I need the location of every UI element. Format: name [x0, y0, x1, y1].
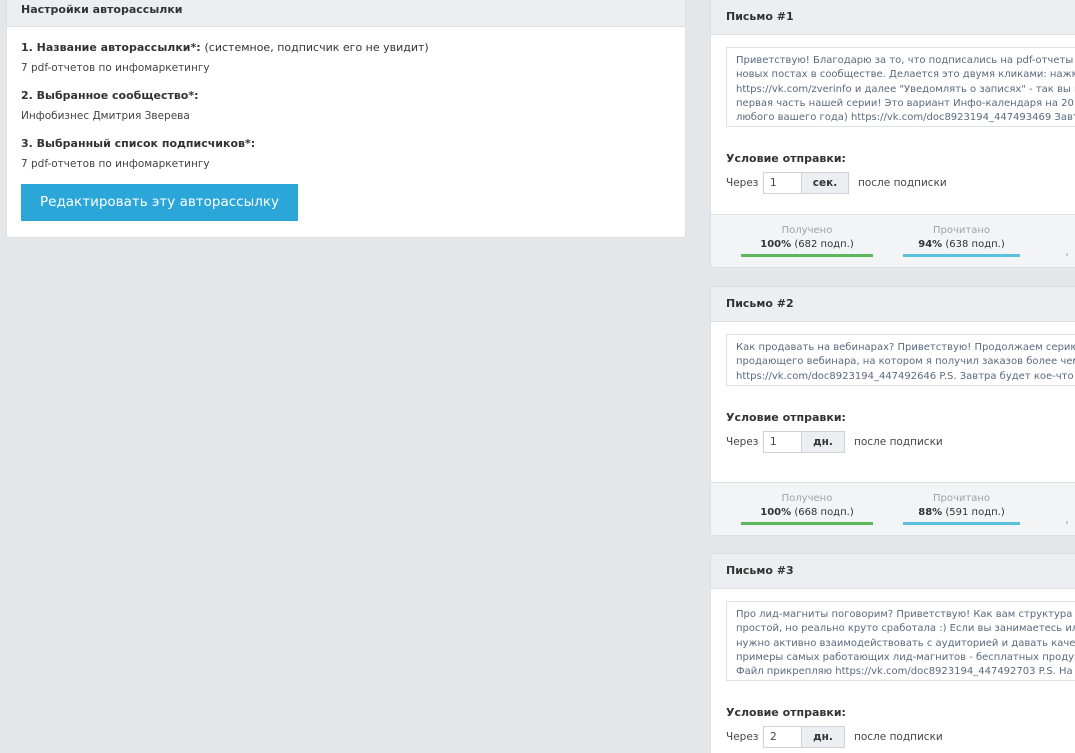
letter-card-2: Письмо #2 Как продавать на вебинарах? Пр… — [710, 286, 1075, 536]
read-progress-bar — [903, 254, 1020, 257]
name-field-value: 7 pdf-отчетов по инфомаркетингу — [21, 62, 210, 74]
delay-unit-select[interactable]: дн. — [801, 726, 845, 748]
send-condition-label: Условие отправки: — [726, 411, 846, 424]
stat-received: Получено 100% (668 подп.) — [741, 493, 873, 525]
delay-unit-select[interactable]: сек. — [801, 172, 849, 194]
name-field-label: 1. Название авторассылки*: (системное, п… — [21, 41, 429, 54]
stat-read: Прочитано 88% (591 подп.) — [903, 493, 1020, 525]
letter-stats: Получено 100% (682 подп.) Прочитано 94% … — [711, 214, 1075, 267]
received-progress-bar — [741, 254, 873, 257]
settings-panel-title: Настройки авторассылки — [7, 0, 685, 27]
letter-title: Письмо #3 — [711, 554, 1075, 589]
letter-card-1: Письмо #1 Приветствую! Благодарю за то, … — [710, 0, 1075, 268]
delay-input[interactable] — [763, 431, 801, 453]
through-label: Через — [726, 731, 759, 743]
received-progress-bar — [741, 522, 873, 525]
after-subscribe-label: после подписки — [854, 436, 943, 448]
send-condition-label: Условие отправки: — [726, 152, 846, 165]
community-field-label: 2. Выбранное сообщество*: — [21, 89, 199, 102]
letter-title: Письмо #1 — [711, 0, 1075, 35]
after-subscribe-label: после подписки — [854, 731, 943, 743]
through-label: Через — [726, 436, 759, 448]
name-field-hint: (системное, подписчик его не увидит) — [204, 41, 429, 54]
through-label: Через — [726, 177, 759, 189]
stat-received: Получено 100% (682 подп.) — [741, 225, 873, 257]
letter-card-3: Письмо #3 Про лид-магниты поговорим? При… — [710, 553, 1075, 753]
autoresponder-settings-panel: Настройки авторассылки 1. Название автор… — [6, 0, 686, 238]
send-condition-label: Условие отправки: — [726, 706, 846, 719]
stat-read: Прочитано 94% (638 подп.) — [903, 225, 1020, 257]
delay-input[interactable] — [763, 726, 801, 748]
letter-stats: Получено 100% (668 подп.) Прочитано 88% … — [711, 482, 1075, 535]
subscriber-list-label: 3. Выбранный список подписчиков*: — [21, 137, 256, 150]
letter-text-preview[interactable]: Приветствую! Благодарю за то, что подпис… — [726, 47, 1075, 127]
delay-input[interactable] — [763, 172, 801, 194]
community-field-value: Инфобизнес Дмитрия Зверева — [21, 110, 190, 122]
letter-text-preview[interactable]: Про лид-магниты поговорим? Приветствую! … — [726, 601, 1075, 681]
subscriber-list-value: 7 pdf-отчетов по инфомаркетингу — [21, 158, 210, 170]
stat-divider — [1066, 521, 1068, 524]
delay-unit-select[interactable]: дн. — [801, 431, 845, 453]
letter-title: Письмо #2 — [711, 287, 1075, 322]
edit-autoresponder-button[interactable]: Редактировать эту авторассылку — [21, 184, 299, 221]
after-subscribe-label: после подписки — [858, 177, 947, 189]
stat-divider — [1066, 253, 1068, 256]
read-progress-bar — [903, 522, 1020, 525]
letter-text-preview[interactable]: Как продавать на вебинарах? Приветствую!… — [726, 334, 1075, 386]
